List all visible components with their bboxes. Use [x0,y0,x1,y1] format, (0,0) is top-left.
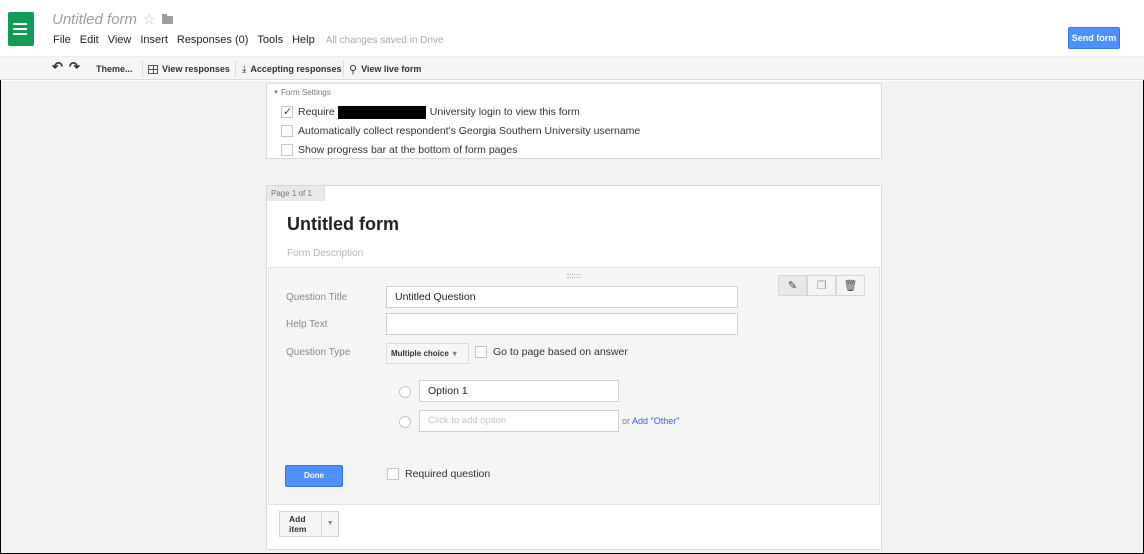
progress-bar-label: Show progress bar at the bottom of form … [298,144,518,156]
menu-responses[interactable]: Responses (0) [177,34,249,46]
toolbar-divider [142,61,143,77]
goto-page-row: Go to page based on answer [475,346,628,358]
question-title-label: Question Title [286,292,348,303]
accepting-responses-button[interactable]: ⤓ Accepting responses [242,62,341,76]
add-item-label: Add item [289,514,307,534]
live-form-icon: ⚲ [349,63,358,76]
goto-page-checkbox[interactable] [475,346,487,358]
form-settings-label: Form Settings [280,88,331,97]
or-label: or [622,416,631,426]
accepting-responses-label: Accepting responses [250,64,342,74]
progress-bar-checkbox[interactable] [281,144,293,156]
duplicate-icon[interactable]: ❐ [807,275,836,296]
option-1-input[interactable]: Option 1 [419,380,619,402]
undo-icon[interactable]: ↶ [52,59,63,74]
view-responses-label: View responses [162,64,230,74]
folder-icon[interactable] [161,13,173,24]
send-form-button[interactable]: Send form [1068,27,1120,49]
redo-icon[interactable]: ↷ [69,59,80,74]
menu-help[interactable]: Help [292,34,315,46]
form-settings-panel: ▼ Form Settings Require University login… [266,83,882,159]
menu-edit[interactable]: Edit [80,34,99,46]
help-text-input[interactable] [386,313,738,335]
save-status: All changes saved in Drive [325,34,444,46]
menu-tools[interactable]: Tools [257,34,283,46]
table-icon [148,64,158,74]
view-responses-button[interactable]: View responses [148,62,230,76]
view-live-form-label: View live form [361,64,422,74]
menu-view[interactable]: View [108,34,132,46]
done-button[interactable]: Done [285,465,343,487]
question-actions: ✎ ❐ 🗑 [778,275,865,296]
add-other-link[interactable]: Add "Other" [632,416,679,426]
header: Untitled form ☆ File Edit View Insert Re… [0,0,1144,56]
progress-bar-row: Show progress bar at the bottom of form … [281,143,517,157]
form-title[interactable]: Untitled form [287,214,399,235]
option-radio-icon [399,416,411,428]
toolbar-divider [235,61,236,77]
menu-bar: File Edit View Insert Responses (0) Tool… [53,34,444,46]
require-login-checkbox[interactable] [281,105,293,118]
form-settings-toggle[interactable]: ▼ Form Settings [273,88,331,97]
redacted-block [337,105,426,119]
drag-handle[interactable] [567,274,581,278]
forms-logo-icon[interactable] [8,12,34,46]
star-icon[interactable]: ☆ [143,12,156,26]
require-login-prefix: Require [298,106,335,118]
required-question-row: Required question [387,468,490,480]
inbox-icon: ⤓ [242,63,247,75]
triangle-down-icon: ▼ [273,89,279,96]
required-question-label: Required question [405,468,491,480]
form-description[interactable]: Form Description [287,248,363,259]
question-type-select[interactable]: Multiple choice ▾ [386,343,469,364]
add-option-input[interactable]: Click to add option [419,410,619,432]
question-title-input[interactable]: Untitled Question [386,286,738,308]
trash-icon[interactable]: 🗑 [836,275,865,296]
add-item-button[interactable]: Add item ▼ [279,511,339,537]
page-label: Page 1 of 1 [267,186,325,201]
edit-pencil-icon[interactable]: ✎ [778,275,807,296]
help-text-label: Help Text [286,319,328,330]
require-login-row: Require University login to view this fo… [281,105,580,119]
require-login-suffix: University login to view this form [429,106,580,118]
collect-username-checkbox[interactable] [281,125,293,137]
question-editor: ✎ ❐ 🗑 Question Title Untitled Question H… [268,267,880,505]
dropdown-caret-icon: ▾ [452,349,457,358]
add-item-dropdown-icon[interactable]: ▼ [321,512,338,536]
required-question-checkbox[interactable] [387,468,399,480]
document-title[interactable]: Untitled form [52,11,137,28]
toolbar: ↶ ↷ Theme... View responses ⤓ Accepting … [0,56,1144,80]
menu-insert[interactable]: Insert [140,34,168,46]
toolbar-divider [343,61,344,77]
question-type-value: Multiple choice [391,349,449,358]
goto-page-label: Go to page based on answer [493,346,628,358]
option-radio-icon [399,386,411,398]
collect-username-row: Automatically collect respondent's Georg… [281,124,640,138]
menu-file[interactable]: File [53,34,71,46]
theme-button[interactable]: Theme... [96,62,133,76]
view-live-form-button[interactable]: ⚲ View live form [349,62,421,76]
collect-username-label: Automatically collect respondent's Georg… [298,125,641,137]
add-other-row: or Add "Other" [622,416,679,426]
question-type-label: Question Type [286,347,351,358]
